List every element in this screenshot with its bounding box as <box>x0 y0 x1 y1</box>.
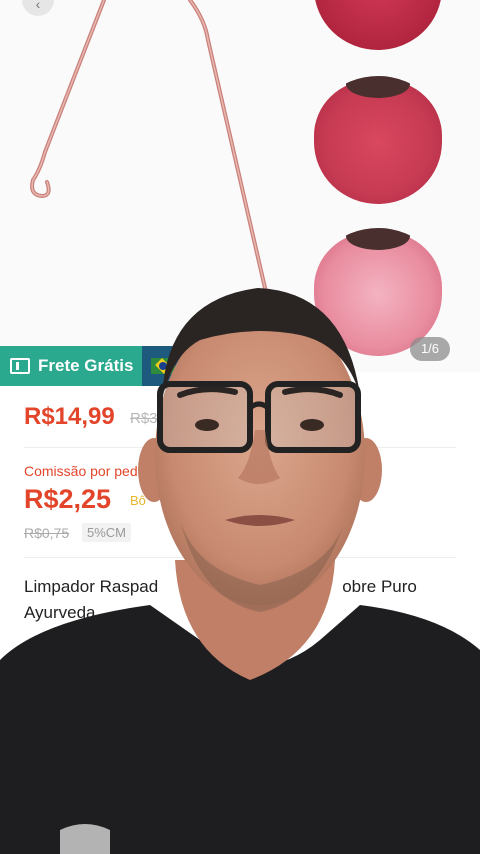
image-counter: 1/6 <box>410 337 450 361</box>
free-shipping-label: Frete Grátis <box>38 356 134 375</box>
title-left: Limpador Raspad <box>24 577 159 596</box>
product-image[interactable]: ‹ 1/6 <box>0 0 480 372</box>
title-right: obre Puro <box>342 577 417 596</box>
shirt-logo <box>60 824 110 854</box>
original-price: R$3 <box>130 410 158 427</box>
shirt <box>0 605 480 854</box>
commission-rate-badge: 5%CM <box>82 523 132 542</box>
tongue-image-2 <box>306 76 450 216</box>
divider <box>24 447 456 448</box>
eye-left <box>195 419 219 431</box>
product-title[interactable]: Limpador Raspad obre Puro Ayurveda <box>24 574 454 626</box>
nose <box>238 430 280 484</box>
old-commission: R$0,75 <box>24 525 70 541</box>
bonus-label: Bô <box>130 493 146 508</box>
tongue-image-1 <box>306 0 450 62</box>
eye-right <box>300 419 324 431</box>
commission-label: Comissão por ped <box>24 463 138 479</box>
free-shipping-banner: Frete Grátis <box>0 346 183 386</box>
mouth <box>225 515 295 526</box>
price: R$14,99 <box>24 403 115 430</box>
tongue-scraper-image <box>30 0 267 290</box>
truck-icon <box>10 358 30 374</box>
divider <box>24 557 456 558</box>
glasses-right-lens <box>265 381 361 453</box>
glasses-left-lens <box>157 381 253 453</box>
title-line2: Ayurveda <box>24 603 96 622</box>
commission-value: R$2,25 <box>24 484 112 514</box>
glasses-bridge <box>248 401 270 410</box>
brazil-flag-icon <box>142 346 183 386</box>
